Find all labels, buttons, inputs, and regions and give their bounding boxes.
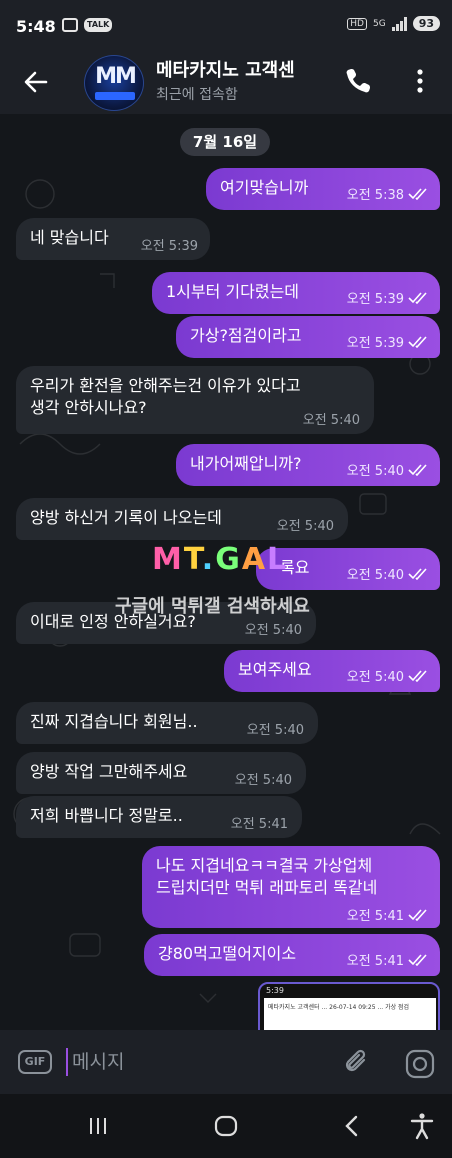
chat-title[interactable]: 메타카지노 고객센 xyxy=(156,56,326,82)
message-input[interactable]: 메시지 xyxy=(66,1048,124,1076)
home-icon[interactable] xyxy=(212,1112,240,1140)
camera-icon[interactable] xyxy=(404,1048,436,1080)
chat-area[interactable]: 7월 16일 여기맞습니까 오전 5:38 네 맞습니다 오전 5:39 1시부… xyxy=(0,114,452,1030)
message-text: 양방 하신거 기록이 나오는데 xyxy=(30,508,222,527)
message-text: 1시부터 기다렸는데 xyxy=(166,282,300,301)
signal-icon xyxy=(391,16,407,31)
date-separator: 7월 16일 xyxy=(180,128,270,156)
double-check-icon xyxy=(408,292,427,304)
message-time: 오전 5:39 xyxy=(140,239,198,254)
message-incoming[interactable]: 양방 작업 그만해주세요 오전 5:40 xyxy=(16,752,306,794)
message-outgoing[interactable]: 가상?점검이라고 오전 5:39 xyxy=(176,316,440,358)
phone-icon[interactable] xyxy=(344,66,372,94)
watermark-text: 구글에 먹튀갤 검색하세요 xyxy=(115,596,310,617)
message-time: 오전 5:40 xyxy=(302,413,360,428)
message-time: 오전 5:40 xyxy=(346,568,404,583)
double-check-icon xyxy=(408,464,427,476)
talk-badge-icon: TALK xyxy=(84,18,113,32)
gif-button[interactable]: GIF xyxy=(18,1050,52,1074)
status-time: 5:48 xyxy=(16,17,56,36)
recent-apps-icon[interactable] xyxy=(84,1112,112,1140)
double-check-icon xyxy=(408,954,427,966)
last-seen-status: 최근에 접속함 xyxy=(156,87,238,103)
message-time: 오전 5:40 xyxy=(276,519,334,534)
message-text: 여기맞습니까 xyxy=(220,178,309,197)
message-outgoing[interactable]: 1시부터 기다렸는데 오전 5:39 xyxy=(152,272,440,314)
double-check-icon xyxy=(408,336,427,348)
message-time: 오전 5:38 xyxy=(346,188,404,203)
message-outgoing[interactable]: 보여주세요 오전 5:40 xyxy=(224,650,440,692)
message-outgoing[interactable]: 여기맞습니까 오전 5:38 xyxy=(206,168,440,210)
accessibility-icon[interactable] xyxy=(408,1112,436,1140)
message-text: 나도 지겹네요ㅋㅋ결국 가상업체 xyxy=(156,856,373,875)
message-time: 오전 5:40 xyxy=(246,723,304,738)
metacasino-logo-icon: MM xyxy=(95,64,137,89)
hd-voice-icon: HD xyxy=(347,17,367,30)
message-outgoing[interactable]: 걍80먹고떨어지이소 오전 5:41 xyxy=(144,934,440,976)
more-vertical-icon[interactable] xyxy=(408,66,432,96)
double-check-icon xyxy=(408,188,427,200)
chat-header: MM 메타카지노 고객센 최근에 접속함 xyxy=(0,50,452,114)
message-text: 진짜 지겹습니다 회원님.. xyxy=(30,712,198,731)
message-time: 오전 5:40 xyxy=(244,623,302,638)
system-navigation-bar xyxy=(0,1094,452,1158)
message-time: 오전 5:39 xyxy=(346,336,404,351)
watermark-logo: MT.GAL xyxy=(152,542,289,577)
avatar-badge xyxy=(95,92,135,100)
message-text: 네 맞습니다 xyxy=(30,228,109,247)
message-text: 걍80먹고떨어지이소 xyxy=(158,944,297,963)
message-time: 오전 5:39 xyxy=(346,292,404,307)
message-outgoing[interactable]: 나도 지겹네요ㅋㅋ결국 가상업체 드립치더만 먹튀 래파토리 똑같네 오전 5:… xyxy=(142,846,440,928)
thumbnail-time: 5:39 xyxy=(266,986,284,995)
paperclip-icon[interactable] xyxy=(342,1048,372,1078)
double-check-icon xyxy=(408,568,427,580)
message-text: 저희 바쁩니다 정말로.. xyxy=(30,806,183,825)
message-text: 가상?점검이라고 xyxy=(190,326,302,345)
message-incoming[interactable]: 진짜 지겹습니다 회원님.. 오전 5:40 xyxy=(16,702,318,744)
image-attachment[interactable]: 5:39 메타카지노 고객센터 ... 26-07-14 09:25 ... 가… xyxy=(258,982,440,1030)
arrow-left-icon[interactable] xyxy=(22,68,50,96)
message-incoming[interactable]: 저희 바쁩니다 정말로.. 오전 5:41 xyxy=(16,796,302,838)
back-nav-icon[interactable] xyxy=(338,1112,366,1140)
message-time: 오전 5:40 xyxy=(346,670,404,685)
message-incoming[interactable]: 양방 하신거 기록이 나오는데 오전 5:40 xyxy=(16,498,348,540)
battery-icon: 93 xyxy=(412,16,440,31)
message-incoming[interactable]: 우리가 환전을 안해주는건 이유가 있다고 생각 안하시나요? 오전 5:40 xyxy=(16,366,374,434)
thumbnail-caption: 메타카지노 고객센터 ... 26-07-14 09:25 ... 가상 점검 xyxy=(268,1004,410,1011)
message-time: 오전 5:40 xyxy=(234,773,292,788)
message-text: 보여주세요 xyxy=(238,660,312,679)
double-check-icon xyxy=(408,909,427,921)
message-outgoing[interactable]: 내가어째압니까? 오전 5:40 xyxy=(176,444,440,486)
screenshot-icon xyxy=(62,18,78,32)
message-time: 오전 5:41 xyxy=(230,817,288,832)
message-text: 내가어째압니까? xyxy=(190,454,302,473)
avatar[interactable]: MM xyxy=(84,55,144,111)
status-bar: 5:48 TALK HD 5G 93 xyxy=(0,0,452,50)
message-time: 오전 5:41 xyxy=(346,909,404,924)
message-time: 오전 5:40 xyxy=(346,464,404,479)
network-type: 5G xyxy=(372,18,386,29)
double-check-icon xyxy=(408,670,427,682)
message-text: 양방 작업 그만해주세요 xyxy=(30,762,188,781)
message-composer: GIF 메시지 xyxy=(0,1030,452,1094)
message-time: 오전 5:41 xyxy=(346,954,404,969)
message-incoming[interactable]: 네 맞습니다 오전 5:39 xyxy=(16,218,210,260)
message-text-line2: 드립치더만 먹튀 래파토리 똑같네 xyxy=(156,878,378,897)
message-text: 우리가 환전을 안해주는건 이유가 있다고 xyxy=(30,376,301,395)
